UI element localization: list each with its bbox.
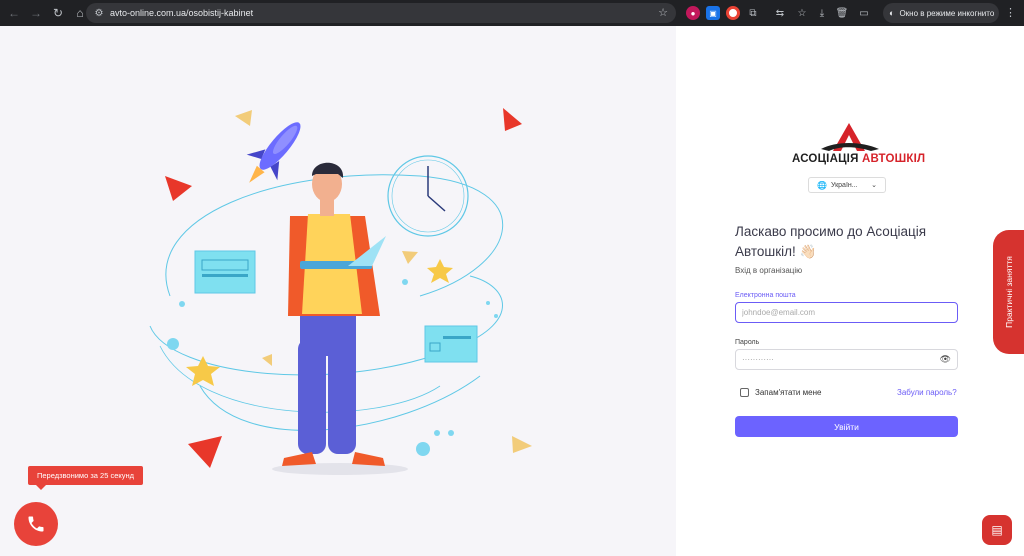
incognito-indicator[interactable]: ◐ Окно в режиме инкогнито — [883, 3, 999, 23]
practical-lessons-tab[interactable]: Практичні заняття — [993, 230, 1024, 354]
phone-icon — [28, 516, 44, 532]
download-icon[interactable]: ⤓ — [815, 6, 829, 20]
email-field[interactable] — [735, 302, 958, 323]
incognito-label: Окно в режиме инкогнито — [899, 8, 995, 18]
remember-me-label: Запам'ятати мене — [755, 388, 822, 397]
site-info-icon[interactable]: ⚙ — [92, 6, 106, 20]
globe-icon: 🌐 — [817, 180, 827, 190]
forgot-password-link[interactable]: Забули пароль? — [897, 388, 957, 397]
practical-lessons-label: Практичні заняття — [1003, 256, 1014, 328]
login-panel: АСОЦІАЦІЯ АВТОШКІЛ 🌐 Україн... ⌄ Ласкаво… — [676, 26, 1024, 556]
extensions-puzzle-icon[interactable]: ⧉ — [746, 6, 760, 20]
tab-search-icon[interactable]: ⇆ — [773, 6, 787, 20]
address-bar[interactable]: ⚙ avto-online.com.ua/osobistij-kabinet ☆ — [86, 3, 676, 23]
welcome-heading: Ласкаво просимо до Асоціація Автошкіл! 👋… — [735, 224, 927, 259]
browser-menu-icon[interactable]: ⋮ — [1005, 6, 1016, 19]
brand-name-part2: АВТОШКІЛ — [861, 153, 926, 165]
login-subtitle: Вхід в організацію — [735, 266, 803, 275]
extension-icon-2[interactable]: ▣ — [706, 6, 720, 20]
email-label: Електронна пошта — [735, 292, 796, 299]
password-label: Пароль — [735, 339, 760, 346]
language-selected: Україн... — [830, 181, 858, 189]
back-icon[interactable]: ← — [4, 3, 24, 23]
reload-icon[interactable]: ↻ — [48, 3, 68, 23]
incognito-icon: ◐ — [889, 8, 895, 18]
callback-phone-button[interactable] — [14, 502, 58, 546]
forward-icon[interactable]: → — [26, 3, 46, 23]
delete-icon[interactable]: 🗑 — [835, 6, 849, 20]
brand-name: АСОЦІАЦІЯ АВТОШКІЛ — [792, 153, 925, 165]
remember-me-checkbox[interactable]: Запам'ятати мене — [740, 388, 821, 397]
chat-icon: ▤ — [991, 523, 1003, 537]
extension-icon-3[interactable] — [726, 6, 740, 20]
bookmarks-icon[interactable]: ☆ — [795, 6, 809, 20]
password-field[interactable]: ············ 👁 — [735, 349, 958, 370]
extension-icon-1[interactable]: ● — [686, 6, 700, 20]
login-illustration — [149, 108, 532, 475]
browser-toolbar: ← → ↻ ⌂ ⚙ avto-online.com.ua/osobistij-k… — [0, 0, 1024, 26]
password-masked-value: ············ — [742, 355, 774, 364]
checkbox-box[interactable] — [740, 388, 749, 397]
sidepanel-icon[interactable]: ▭ — [857, 6, 871, 20]
login-button[interactable]: Увійти — [735, 416, 958, 437]
language-selector[interactable]: 🌐 Україн... ⌄ — [808, 177, 886, 193]
show-password-eye-icon[interactable]: 👁 — [940, 354, 951, 365]
url-text: avto-online.com.ua/osobistij-kabinet — [110, 8, 254, 18]
chevron-down-icon: ⌄ — [871, 182, 877, 189]
bookmark-star-icon[interactable]: ☆ — [658, 6, 668, 19]
callback-tooltip: Передзвонимо за 25 секунд — [28, 466, 143, 490]
brand-name-part1: АСОЦІАЦІЯ — [792, 153, 862, 165]
chat-widget-button[interactable]: ▤ — [982, 515, 1012, 545]
